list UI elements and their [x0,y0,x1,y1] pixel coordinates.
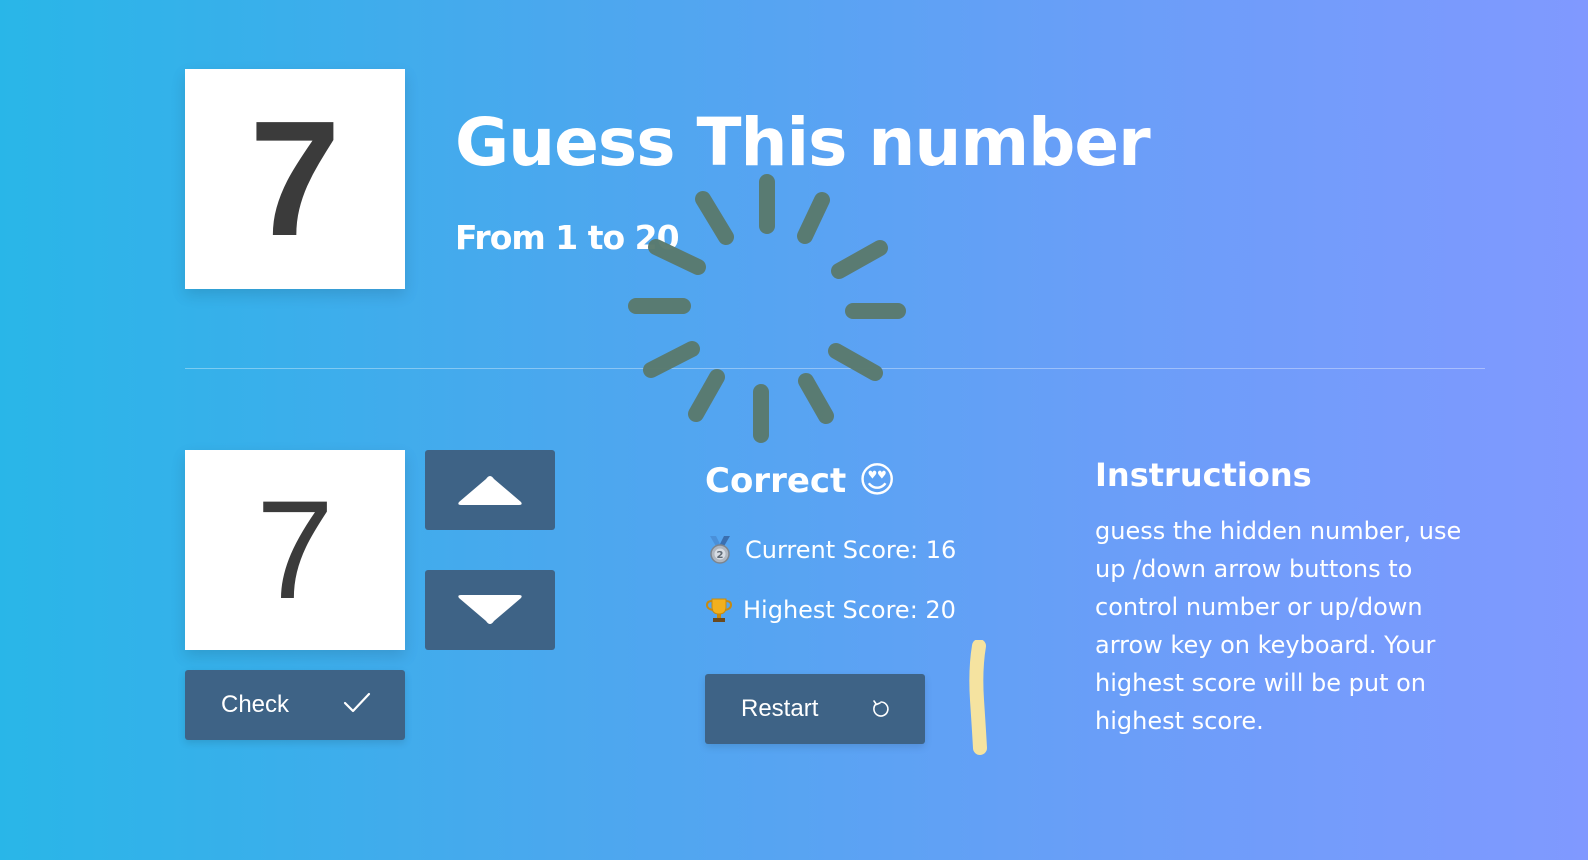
checkmark-icon [343,692,371,713]
secret-number: 7 [249,87,341,270]
page-title: Guess This number [455,104,1151,181]
medal-icon: 2 [710,536,730,564]
triangle-down-icon [458,595,522,624]
increment-button[interactable] [425,450,555,530]
result-text: Correct [705,460,847,501]
instructions-title: Instructions [1095,456,1312,494]
restart-label: Restart [741,695,819,722]
secret-number-box: 7 [185,69,405,289]
current-score-label: Current Score: 16 [745,536,957,564]
svg-text:2: 2 [717,550,724,561]
triangle-up-icon [458,476,522,505]
heart-eyes-emoji: 😍 [858,460,896,501]
highest-score-label: Highest Score: 20 [743,596,956,624]
check-button[interactable]: Check [185,670,405,740]
restart-button[interactable]: Restart [705,674,925,744]
instructions-text: guess the hidden number, use up /down ar… [1095,517,1462,735]
divider [185,368,1485,369]
highest-score: Highest Score: 20 [705,596,956,624]
current-score: 2 Current Score: 16 [705,535,956,565]
restart-icon [873,700,889,717]
decrement-button[interactable] [425,570,555,650]
result-message: Correct 😍 [705,460,896,501]
check-label: Check [221,691,290,718]
guess-value: 7 [256,471,334,628]
highlight-stroke [969,640,987,755]
range-subtitle: From 1 to 20 [455,218,680,257]
trophy-icon [705,598,733,622]
loading-spinner-icon [628,174,906,443]
guess-number-display: 7 [185,450,405,650]
